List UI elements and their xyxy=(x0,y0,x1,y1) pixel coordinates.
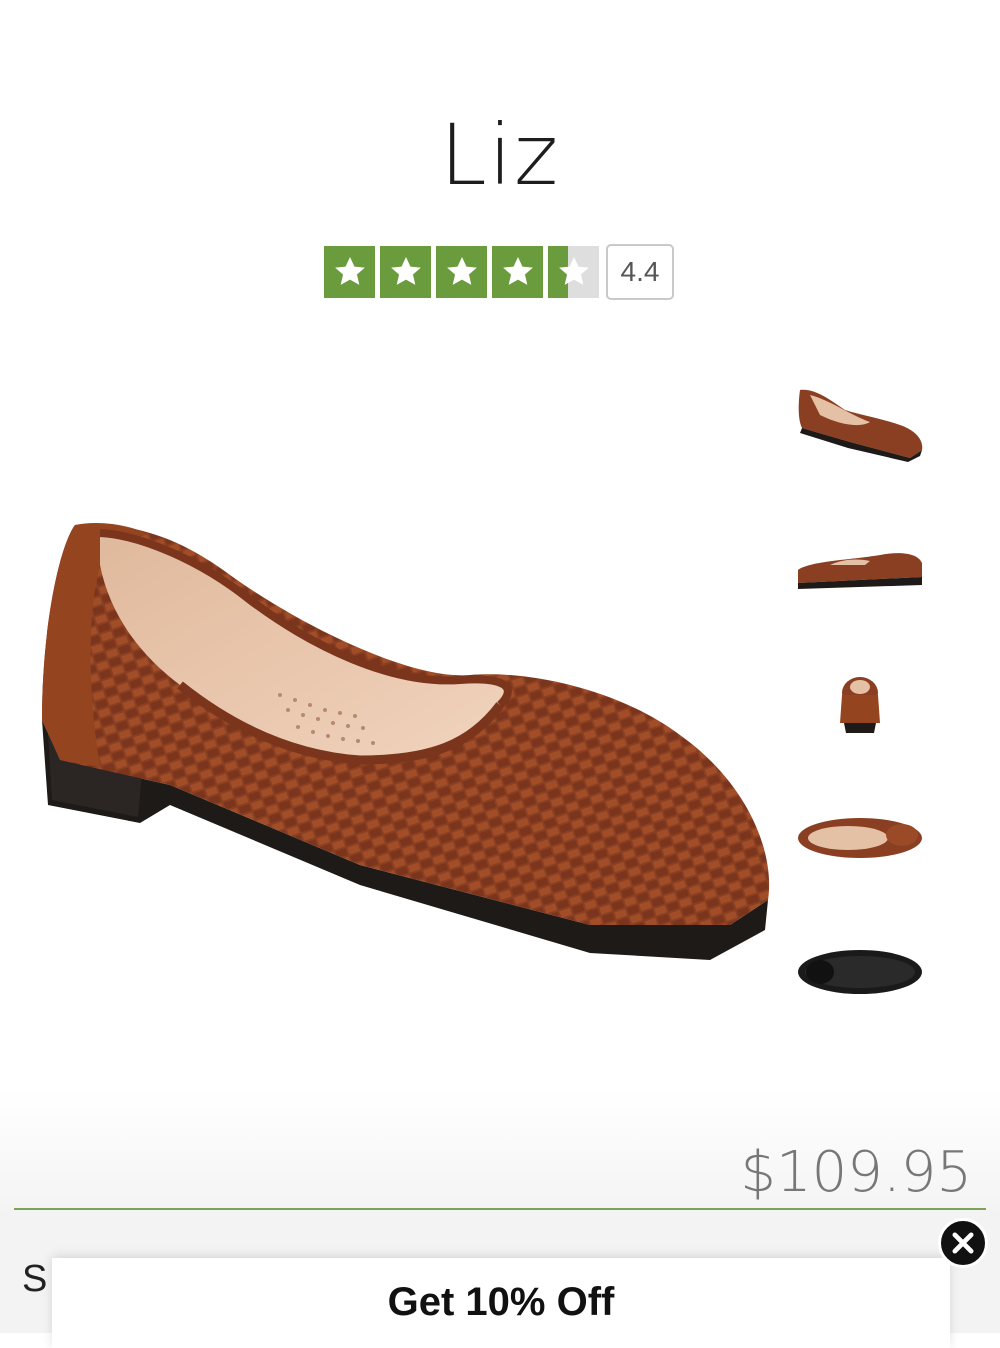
thumbnail-1[interactable] xyxy=(790,370,930,470)
star-icon xyxy=(324,246,375,298)
product-title: Liz xyxy=(439,106,561,204)
thumbnail-4[interactable] xyxy=(790,790,930,890)
thumbnail-5[interactable] xyxy=(790,920,930,1020)
rating-widget[interactable]: 4.4 xyxy=(324,244,674,300)
star-icon xyxy=(436,246,487,298)
promo-popup[interactable]: Get 10% Off xyxy=(52,1258,950,1348)
thumbnail-2[interactable] xyxy=(790,525,930,625)
thumbnail-3[interactable] xyxy=(790,655,930,755)
main-product-image[interactable] xyxy=(30,505,780,985)
promo-title: Get 10% Off xyxy=(387,1280,615,1324)
partial-star-icon xyxy=(548,246,599,298)
close-icon xyxy=(952,1232,974,1254)
product-price: $109.95 xyxy=(740,1140,972,1205)
obscured-text: S xyxy=(22,1258,48,1300)
star-icon xyxy=(492,246,543,298)
close-popup-button[interactable] xyxy=(938,1218,988,1268)
star-icon xyxy=(380,246,431,298)
rating-value: 4.4 xyxy=(606,244,674,300)
